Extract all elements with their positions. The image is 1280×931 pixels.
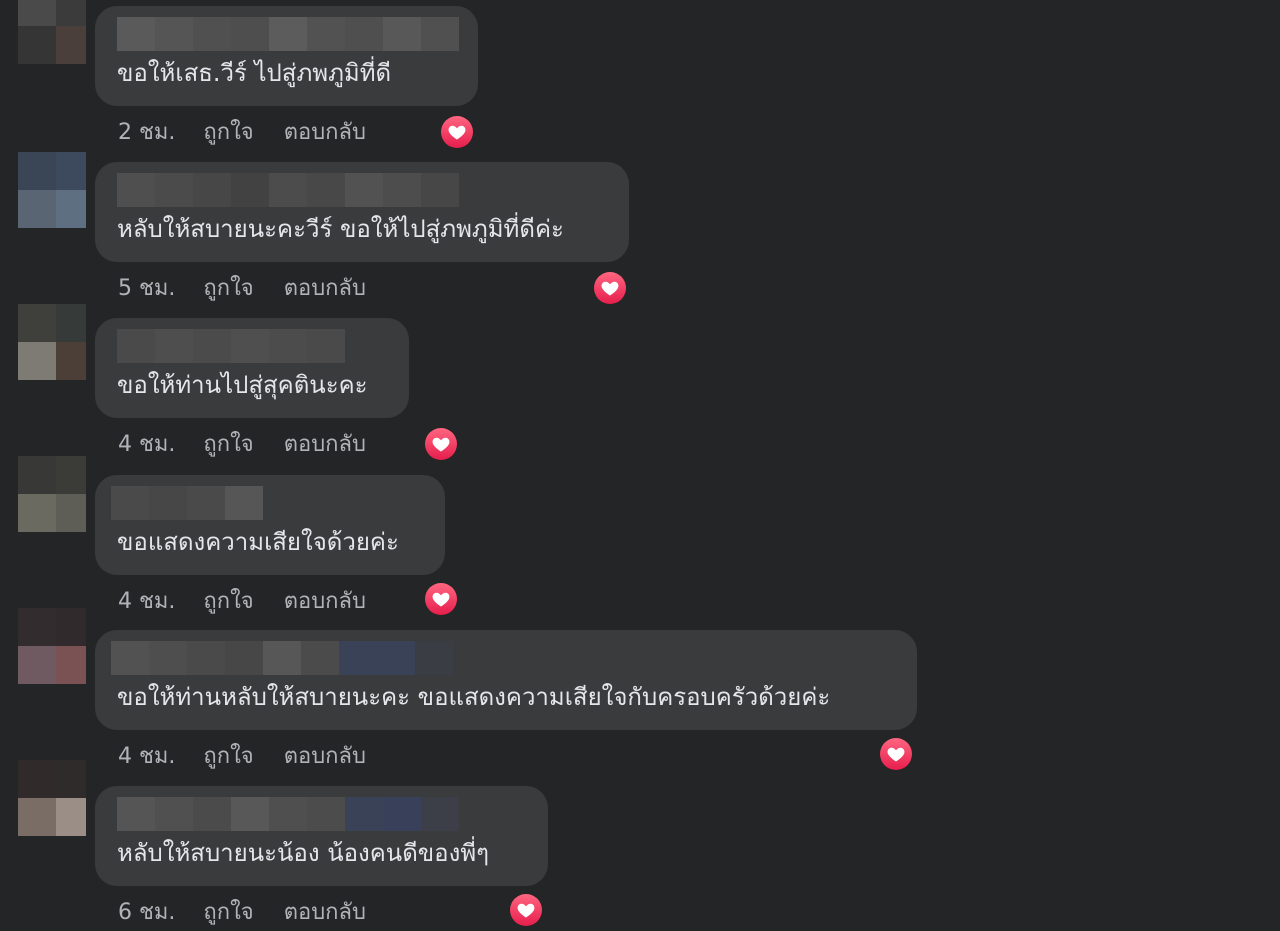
commenter-name-blurred[interactable] <box>111 486 263 520</box>
comment-actions: 4 ชม. ถูกใจ ตอบกลับ <box>118 738 366 772</box>
like-button[interactable]: ถูกใจ <box>203 583 253 618</box>
avatar[interactable] <box>18 608 86 684</box>
reply-button[interactable]: ตอบกลับ <box>284 738 366 773</box>
heart-reaction-icon[interactable] <box>880 738 912 770</box>
comment-actions: 2 ชม. ถูกใจ ตอบกลับ <box>118 114 366 148</box>
heart-reaction-icon[interactable] <box>594 272 626 304</box>
avatar[interactable] <box>18 760 86 836</box>
comment-text: ขอให้ท่านไปสู่สุคตินะคะ <box>117 371 368 399</box>
like-button[interactable]: ถูกใจ <box>203 426 253 461</box>
comment-bubble[interactable]: หลับให้สบายนะน้อง น้องคนดีของพี่ๆ <box>95 786 548 886</box>
comment-bubble[interactable]: หลับให้สบายนะคะวีร์ ขอให้ไปสู่ภพภูมิที่ด… <box>95 162 629 262</box>
avatar[interactable] <box>18 304 86 380</box>
comment-text: หลับให้สบายนะคะวีร์ ขอให้ไปสู่ภพภูมิที่ด… <box>117 215 564 243</box>
reply-button[interactable]: ตอบกลับ <box>284 894 366 929</box>
comment-bubble[interactable]: ขอให้ท่านหลับให้สบายนะคะ ขอแสดงความเสียใ… <box>95 630 917 730</box>
comment-text: หลับให้สบายนะน้อง น้องคนดีของพี่ๆ <box>117 839 490 867</box>
like-button[interactable]: ถูกใจ <box>203 270 253 305</box>
comment-text: ขอให้ท่านหลับให้สบายนะคะ ขอแสดงความเสียใ… <box>117 683 831 711</box>
comment-time[interactable]: 4 ชม. <box>118 426 175 461</box>
avatar[interactable] <box>18 152 86 228</box>
comment-bubble[interactable]: ขอแสดงความเสียใจด้วยค่ะ <box>95 475 445 575</box>
commenter-name-blurred[interactable] <box>117 329 345 363</box>
reply-button[interactable]: ตอบกลับ <box>284 114 366 149</box>
heart-reaction-icon[interactable] <box>441 116 473 148</box>
comment-time[interactable]: 6 ชม. <box>118 894 175 929</box>
comment-text: ขอแสดงความเสียใจด้วยค่ะ <box>117 528 399 556</box>
heart-reaction-icon[interactable] <box>425 583 457 615</box>
commenter-name-blurred[interactable] <box>117 17 459 51</box>
reply-button[interactable]: ตอบกลับ <box>284 270 366 305</box>
heart-reaction-icon[interactable] <box>425 428 457 460</box>
comment-text: ขอให้เสธ.วีร์ ไปสู่ภพภูมิที่ดี <box>117 59 392 87</box>
comment-time[interactable]: 4 ชม. <box>118 583 175 618</box>
commenter-name-blurred[interactable] <box>111 641 453 675</box>
like-button[interactable]: ถูกใจ <box>203 738 253 773</box>
comment-actions: 6 ชม. ถูกใจ ตอบกลับ <box>118 894 366 928</box>
comment-actions: 5 ชม. ถูกใจ ตอบกลับ <box>118 270 366 304</box>
like-button[interactable]: ถูกใจ <box>203 114 253 149</box>
avatar[interactable] <box>18 0 86 64</box>
commenter-name-blurred[interactable] <box>117 173 459 207</box>
commenter-name-blurred[interactable] <box>117 797 459 831</box>
heart-reaction-icon[interactable] <box>510 894 542 926</box>
reply-button[interactable]: ตอบกลับ <box>284 583 366 618</box>
like-button[interactable]: ถูกใจ <box>203 894 253 929</box>
reply-button[interactable]: ตอบกลับ <box>284 426 366 461</box>
comment-actions: 4 ชม. ถูกใจ ตอบกลับ <box>118 426 366 460</box>
comment-time[interactable]: 4 ชม. <box>118 738 175 773</box>
comment-time[interactable]: 2 ชม. <box>118 114 175 149</box>
comment-time[interactable]: 5 ชม. <box>118 270 175 305</box>
comment-bubble[interactable]: ขอให้เสธ.วีร์ ไปสู่ภพภูมิที่ดี <box>95 6 478 106</box>
comment-bubble[interactable]: ขอให้ท่านไปสู่สุคตินะคะ <box>95 318 409 418</box>
avatar[interactable] <box>18 456 86 532</box>
comment-actions: 4 ชม. ถูกใจ ตอบกลับ <box>118 583 366 617</box>
